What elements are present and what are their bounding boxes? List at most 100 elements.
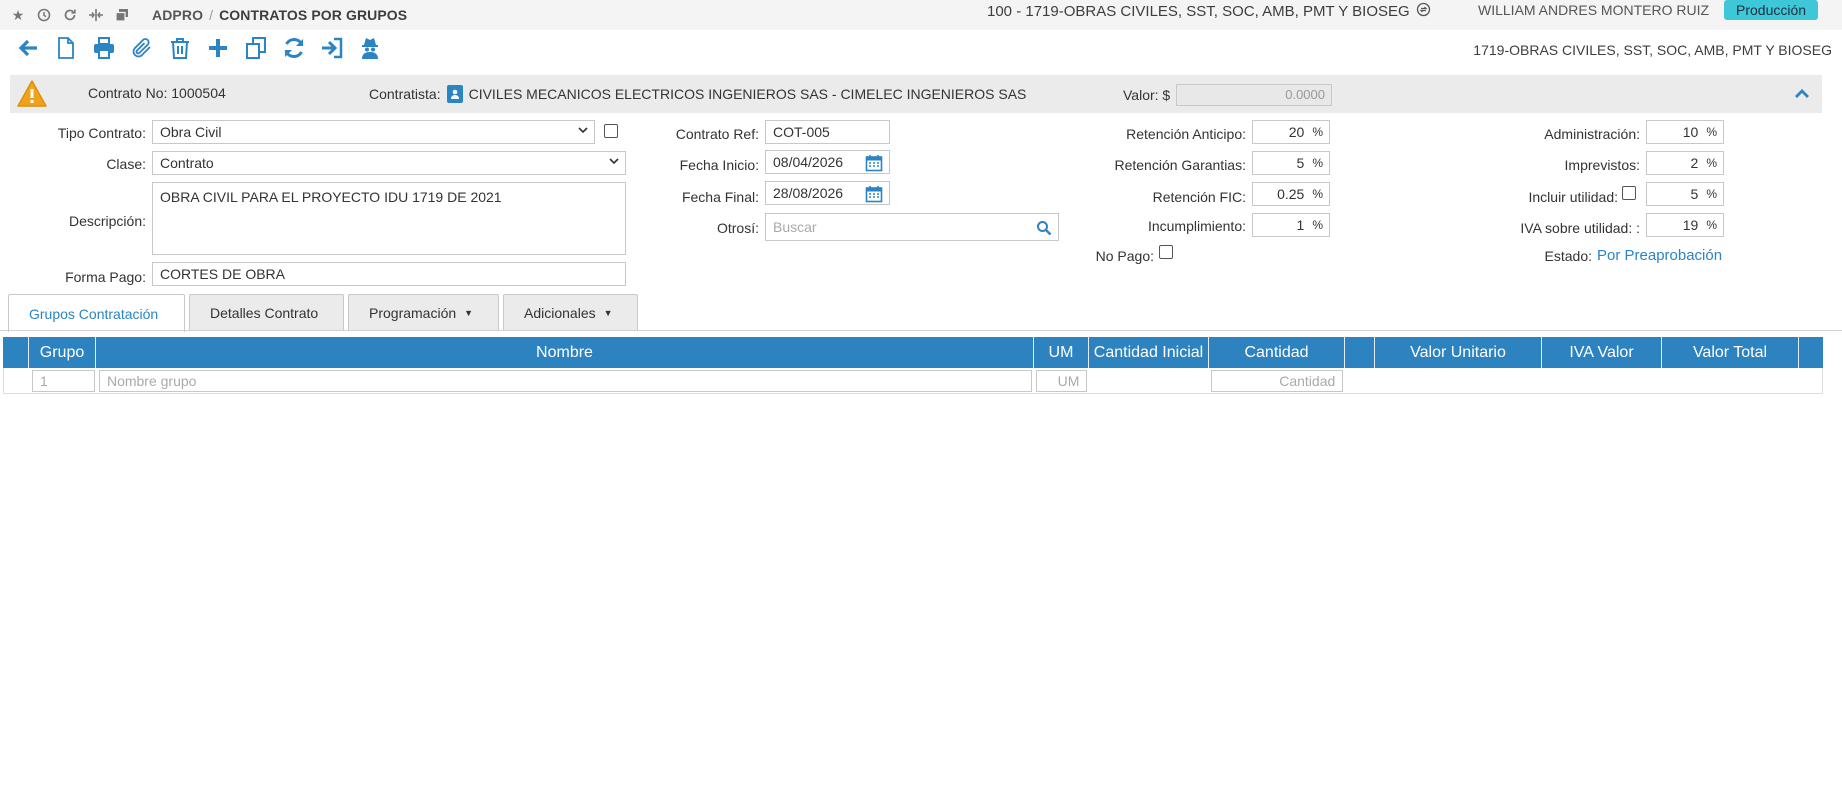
valor-unitario-cell bbox=[1375, 368, 1542, 393]
environment-badge: Producción bbox=[1724, 0, 1819, 20]
grid-header-grupo[interactable]: Grupo bbox=[29, 337, 96, 368]
imprevistos-input[interactable]: 2% bbox=[1646, 151, 1724, 175]
sign-in-icon bbox=[321, 37, 342, 59]
incumplimiento-value: 1 bbox=[1296, 217, 1305, 233]
contact-card-icon[interactable] bbox=[446, 85, 463, 103]
contratista-value: CIVILES MECANICOS ELECTRICOS INGENIEROS … bbox=[468, 86, 1027, 102]
tab-grupos-contratacion[interactable]: Grupos Contratación bbox=[8, 294, 185, 332]
incluir-utilidad-checkbox[interactable] bbox=[1622, 186, 1636, 200]
print-button[interactable] bbox=[90, 34, 117, 62]
copy-button[interactable] bbox=[242, 34, 269, 62]
fecha-final-value: 28/08/2026 bbox=[773, 185, 844, 201]
fecha-inicio-label: Fecha Inicio: bbox=[679, 157, 759, 173]
grupo-cell: 1 bbox=[30, 368, 97, 393]
add-button[interactable] bbox=[204, 34, 231, 62]
retencion-garantias-input[interactable]: 5% bbox=[1252, 151, 1330, 175]
user-name[interactable]: WILLIAM ANDRES MONTERO RUIZ bbox=[1478, 2, 1709, 18]
contrato-ref-input[interactable]: COT-005 bbox=[765, 120, 890, 144]
paperclip-icon bbox=[132, 38, 151, 58]
incluir-utilidad-value: 5 bbox=[1690, 186, 1699, 202]
delete-button[interactable] bbox=[166, 34, 193, 62]
tipo-contrato-select[interactable]: Obra Civil bbox=[152, 120, 595, 144]
fecha-final-input[interactable]: 28/08/2026 bbox=[765, 181, 890, 205]
grid-header-cantidad-inicial[interactable]: Cantidad Inicial bbox=[1089, 337, 1209, 368]
um-input[interactable]: UM bbox=[1036, 370, 1088, 392]
grupo-input[interactable]: 1 bbox=[31, 370, 95, 392]
contratista-label: Contratista: bbox=[369, 86, 441, 102]
calendar-icon[interactable] bbox=[865, 185, 883, 203]
retencion-fic-value: 0.25 bbox=[1277, 186, 1305, 202]
tipo-contrato-checkbox[interactable] bbox=[604, 124, 618, 138]
trash-icon bbox=[170, 38, 189, 59]
fecha-inicio-input[interactable]: 08/04/2026 bbox=[765, 150, 890, 174]
chevron-up-icon[interactable] bbox=[1794, 83, 1810, 104]
valor-total-cell bbox=[1662, 368, 1799, 393]
attach-button[interactable] bbox=[128, 34, 155, 62]
calendar-icon[interactable] bbox=[865, 154, 883, 172]
search-icon[interactable] bbox=[1036, 220, 1052, 236]
grid-header-iva-valor[interactable]: IVA Valor bbox=[1542, 337, 1662, 368]
fecha-inicio-value: 08/04/2026 bbox=[773, 154, 844, 170]
grid-header-um[interactable]: UM bbox=[1034, 337, 1089, 368]
incumplimiento-label: Incumplimiento: bbox=[1147, 218, 1246, 234]
split-icon[interactable] bbox=[88, 8, 104, 22]
caret-down-icon: ▼ bbox=[603, 308, 613, 318]
project-selector[interactable]: 100 - 1719-OBRAS CIVILES, SST, SOC, AMB,… bbox=[987, 2, 1431, 21]
grid-header-cantidad[interactable]: Cantidad bbox=[1209, 337, 1345, 368]
refresh-icon[interactable] bbox=[62, 8, 78, 22]
percent-sign: % bbox=[1312, 218, 1323, 232]
switch-project-icon[interactable] bbox=[1416, 2, 1431, 21]
percent-sign: % bbox=[1706, 187, 1717, 201]
incluir-utilidad-input[interactable]: 5% bbox=[1646, 182, 1724, 206]
tab-adicionales[interactable]: Adicionales ▼ bbox=[503, 294, 638, 331]
grid-header-selector bbox=[3, 337, 29, 368]
retencion-fic-input[interactable]: 0.25% bbox=[1252, 182, 1330, 206]
otrosi-placeholder: Buscar bbox=[773, 219, 817, 235]
iva-utilidad-input[interactable]: 19% bbox=[1646, 213, 1724, 237]
star-icon[interactable]: ★ bbox=[10, 7, 26, 24]
tipo-contrato-label: Tipo Contrato: bbox=[57, 125, 146, 141]
tipo-contrato-value: Obra Civil bbox=[160, 124, 222, 140]
breadcrumb-app[interactable]: ADPRO bbox=[152, 7, 203, 23]
grid-header-nombre[interactable]: Nombre bbox=[96, 337, 1034, 368]
grid-header-valor-unitario[interactable]: Valor Unitario bbox=[1375, 337, 1542, 368]
reload-button[interactable] bbox=[280, 34, 307, 62]
spy-button[interactable] bbox=[356, 34, 383, 62]
cantidad-input[interactable]: Cantidad bbox=[1211, 370, 1344, 392]
new-button[interactable] bbox=[52, 34, 79, 62]
windows-icon[interactable] bbox=[114, 8, 130, 22]
import-button[interactable] bbox=[318, 34, 345, 62]
nav-icons: ★ bbox=[0, 7, 130, 24]
chevron-down-icon bbox=[578, 127, 588, 134]
otrosi-label: Otrosí: bbox=[716, 220, 759, 236]
administracion-input[interactable]: 10% bbox=[1646, 120, 1724, 144]
breadcrumb: ADPRO / CONTRATOS POR GRUPOS bbox=[152, 7, 407, 23]
no-pago-checkbox[interactable] bbox=[1159, 245, 1173, 259]
nombre-grupo-input[interactable]: Nombre grupo bbox=[98, 370, 1033, 392]
retencion-anticipo-input[interactable]: 20% bbox=[1252, 120, 1330, 144]
estado-value[interactable]: Por Preaprobación bbox=[1597, 247, 1722, 264]
grid-header-actions bbox=[1799, 337, 1823, 368]
table-row: 1 Nombre grupo UM Cantidad bbox=[3, 368, 1823, 394]
tab-detalles-contrato[interactable]: Detalles Contrato bbox=[189, 294, 344, 331]
tab-programacion[interactable]: Programación ▼ bbox=[348, 294, 499, 331]
clase-select[interactable]: Contrato bbox=[152, 151, 626, 175]
row-selector[interactable] bbox=[4, 368, 30, 393]
forma-pago-label: Forma Pago: bbox=[65, 269, 146, 285]
history-icon[interactable] bbox=[36, 8, 52, 22]
retencion-garantias-value: 5 bbox=[1296, 155, 1305, 171]
descripcion-textarea[interactable]: OBRA CIVIL PARA EL PROYECTO IDU 1719 DE … bbox=[152, 182, 626, 255]
iva-utilidad-value: 19 bbox=[1682, 217, 1699, 233]
print-icon bbox=[93, 37, 114, 59]
otrosi-search-input[interactable]: Buscar bbox=[765, 213, 1059, 241]
chevron-down-icon bbox=[609, 158, 619, 165]
back-button[interactable] bbox=[14, 34, 41, 62]
imprevistos-value: 2 bbox=[1690, 155, 1699, 171]
percent-sign: % bbox=[1312, 156, 1323, 170]
forma-pago-input[interactable]: CORTES DE OBRA bbox=[152, 262, 626, 286]
breadcrumb-page: CONTRATOS POR GRUPOS bbox=[219, 7, 408, 23]
contract-header: Contrato No: 1000504 Contratista: CIVILE… bbox=[10, 75, 1822, 113]
valor-field: 0.0000 bbox=[1176, 84, 1332, 106]
incumplimiento-input[interactable]: 1% bbox=[1252, 213, 1330, 237]
grid-header-valor-total[interactable]: Valor Total bbox=[1662, 337, 1799, 368]
